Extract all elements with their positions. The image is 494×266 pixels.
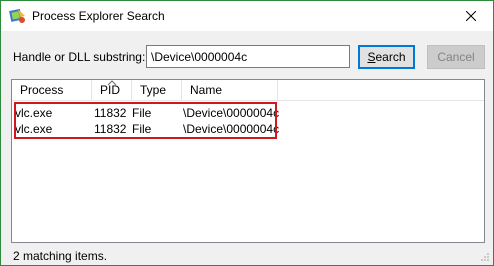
window-title: Process Explorer Search	[32, 9, 165, 23]
column-header-process[interactable]: Process	[12, 80, 92, 101]
table-row[interactable]: vlc.exe 11832 File \Device\0000004c	[12, 105, 484, 121]
search-label: Handle or DLL substring:	[13, 50, 146, 64]
cell-type: File	[132, 122, 152, 136]
cell-type: File	[132, 106, 152, 120]
resize-grip-icon[interactable]	[480, 252, 490, 262]
column-header-type[interactable]: Type	[132, 80, 182, 101]
close-button[interactable]	[449, 1, 493, 31]
cell-pid: 11832	[94, 122, 127, 136]
process-explorer-icon	[9, 7, 27, 25]
sort-ascending-icon	[107, 80, 117, 86]
table-row[interactable]: vlc.exe 11832 File \Device\0000004c	[12, 121, 484, 137]
search-button[interactable]: Search	[358, 45, 415, 69]
title-bar[interactable]: Process Explorer Search	[1, 1, 493, 31]
close-icon	[466, 11, 476, 21]
status-text: 2 matching items.	[13, 249, 108, 263]
search-button-label: earch	[375, 50, 406, 64]
list-header: Process PID Type Name	[12, 80, 484, 101]
column-header-name[interactable]: Name	[182, 80, 278, 101]
cell-name: \Device\0000004c	[183, 122, 280, 136]
search-input[interactable]	[146, 45, 350, 68]
cancel-button[interactable]: Cancel	[427, 45, 485, 69]
cell-pid: 11832	[94, 106, 127, 120]
cell-process: vlc.exe	[15, 106, 53, 120]
search-button-mnemonic: S	[367, 50, 376, 64]
results-list[interactable]: Process PID Type Name vlc.exe 11832 File…	[11, 79, 485, 243]
cell-name: \Device\0000004c	[183, 106, 280, 120]
cell-process: vlc.exe	[15, 122, 53, 136]
search-window: Process Explorer Search Handle or DLL su…	[0, 0, 494, 266]
